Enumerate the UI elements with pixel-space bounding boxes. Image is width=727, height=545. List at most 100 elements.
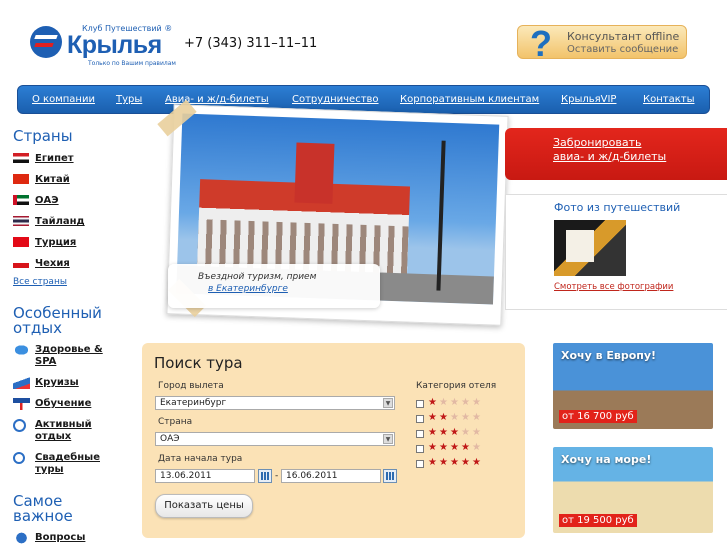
turkey-flag-icon [13, 237, 29, 247]
star-icon: ★ [472, 412, 481, 423]
star-icon: ★ [461, 427, 470, 438]
star-icon: ★ [439, 457, 448, 468]
cruise-icon [13, 377, 30, 389]
calendar-from-icon[interactable] [258, 469, 272, 483]
all-countries-link[interactable]: Все страны [13, 277, 67, 287]
photo-caption-link[interactable]: в Екатеринбурге [208, 284, 288, 294]
departure-city-select[interactable]: Екатеринбург ▼ [155, 396, 395, 410]
promo-sea-price: от 19 500 руб [559, 514, 637, 527]
nav-item-corporate[interactable]: Корпоративным клиентам [400, 94, 539, 105]
date-from-input[interactable]: 13.06.2011 [155, 469, 255, 483]
special-active-line1[interactable]: Активный [35, 419, 92, 431]
education-icon [13, 398, 30, 410]
chevron-down-icon: ▼ [383, 434, 393, 444]
departure-city-label: Город вылета [158, 381, 224, 391]
tour-search-title: Поиск тура [154, 354, 243, 372]
hotel-category-checkbox[interactable] [416, 460, 424, 468]
country-thailand[interactable]: Тайланд [35, 216, 85, 228]
book-tickets-line1[interactable]: Забронировать [553, 136, 641, 149]
book-tickets-banner[interactable]: Забронировать авиа- и ж/д-билеты [505, 128, 727, 180]
country-china[interactable]: Китай [35, 174, 70, 186]
special-active-line2[interactable]: отдых [35, 431, 71, 443]
photo-caption-line1: Въездной туризм, прием [198, 272, 317, 282]
departure-city-value: Екатеринбург [160, 398, 227, 408]
special-education[interactable]: Обучение [35, 398, 91, 410]
star-icon: ★ [450, 427, 459, 438]
all-photos-link[interactable]: Смотреть все фотографии [554, 282, 673, 292]
promo-europe-price: от 16 700 руб [559, 410, 637, 423]
nav-item-contacts[interactable]: Контакты [643, 94, 694, 105]
special-wedding-line1[interactable]: Свадебные [35, 452, 100, 464]
show-prices-button[interactable]: Показать цены [155, 494, 253, 518]
important-heading-line2: важное [13, 507, 73, 525]
consultant-button[interactable]: ? Консультант offline Оставить сообщение [517, 24, 687, 64]
country-value: ОАЭ [160, 434, 180, 444]
photo-caption[interactable]: Въездной туризм, прием в Екатеринбурге [168, 264, 380, 308]
hotel-category-checkbox[interactable] [416, 430, 424, 438]
star-icon: ★ [450, 442, 459, 453]
logo-emblem-icon [30, 26, 62, 58]
date-separator: - [275, 471, 279, 481]
nav-item-vip[interactable]: КрыльяVIP [561, 94, 616, 105]
star-icon: ★ [461, 412, 470, 423]
tour-search-panel: Поиск тура Город вылета Екатеринбург ▼ С… [142, 343, 525, 538]
thailand-flag-icon [13, 216, 29, 226]
hotel-category-label: Категория отеля [416, 381, 497, 391]
logo[interactable]: Клуб Путешествий ® Крылья Только по Ваши… [30, 24, 176, 67]
promo-europe[interactable]: Хочу в Европу! от 16 700 руб [553, 343, 713, 429]
country-egypt[interactable]: Египет [35, 153, 74, 165]
main-nav: О компании Туры Авиа- и ж/д-билеты Сотру… [17, 85, 710, 114]
country-czech[interactable]: Чехия [35, 258, 70, 270]
star-icon: ★ [461, 442, 470, 453]
star-icon: ★ [428, 412, 437, 423]
special-heading-line2: отдых [13, 319, 63, 337]
star-icon: ★ [472, 397, 481, 408]
uae-flag-icon [13, 195, 29, 205]
promo-sea[interactable]: Хочу на море! от 19 500 руб [553, 447, 713, 533]
country-select[interactable]: ОАЭ ▼ [155, 432, 395, 446]
special-wedding-line2[interactable]: туры [35, 464, 64, 476]
country-label: Страна [158, 417, 193, 427]
travel-photo-thumbnail[interactable] [554, 220, 626, 276]
star-icon: ★ [472, 427, 481, 438]
promo-europe-title: Хочу в Европу! [561, 349, 657, 362]
hotel-category-checkbox[interactable] [416, 415, 424, 423]
spa-icon [13, 344, 30, 356]
star-icon: ★ [439, 397, 448, 408]
start-date-label: Дата начала тура [158, 454, 243, 464]
travel-photos-panel: Фото из путешествий Смотреть все фотогра… [505, 194, 727, 310]
country-turkey[interactable]: Турция [35, 237, 76, 249]
book-tickets-line2[interactable]: авиа- и ж/д-билеты [553, 150, 666, 163]
star-icon: ★ [450, 412, 459, 423]
star-icon: ★ [461, 457, 470, 468]
promo-sea-title: Хочу на море! [561, 453, 652, 466]
nav-item-cooperation[interactable]: Сотрудничество [292, 94, 379, 105]
china-flag-icon [13, 174, 29, 184]
hotel-category-checkbox[interactable] [416, 400, 424, 408]
country-uae[interactable]: ОАЭ [35, 195, 59, 207]
travel-photos-title: Фото из путешествий [554, 201, 681, 214]
calendar-to-icon[interactable] [383, 469, 397, 483]
phone-number: +7 (343) 311–11–11 [184, 36, 318, 51]
special-spa-line2[interactable]: SPA [35, 356, 56, 368]
question-icon: ? [530, 23, 552, 64]
star-icon: ★ [428, 442, 437, 453]
chevron-down-icon: ▼ [383, 398, 393, 408]
logo-tagline: Только по Вашим правилам [88, 60, 176, 67]
date-to-input[interactable]: 16.06.2011 [281, 469, 381, 483]
special-spa-line1[interactable]: Здоровье & [35, 344, 103, 356]
special-cruises[interactable]: Круизы [35, 377, 79, 389]
nav-item-company[interactable]: О компании [32, 94, 95, 105]
star-icon: ★ [450, 397, 459, 408]
star-icon: ★ [439, 427, 448, 438]
czech-flag-icon [13, 258, 29, 268]
snorkel-icon [13, 419, 26, 432]
consultant-status: Консультант offline [567, 30, 680, 43]
nav-item-tours[interactable]: Туры [116, 94, 142, 105]
consultant-action: Оставить сообщение [567, 44, 679, 55]
egypt-flag-icon [13, 153, 29, 163]
hotel-category-checkbox[interactable] [416, 445, 424, 453]
countries-heading: Страны [13, 127, 73, 145]
star-icon: ★ [428, 457, 437, 468]
important-questions[interactable]: Вопросы [35, 532, 85, 544]
